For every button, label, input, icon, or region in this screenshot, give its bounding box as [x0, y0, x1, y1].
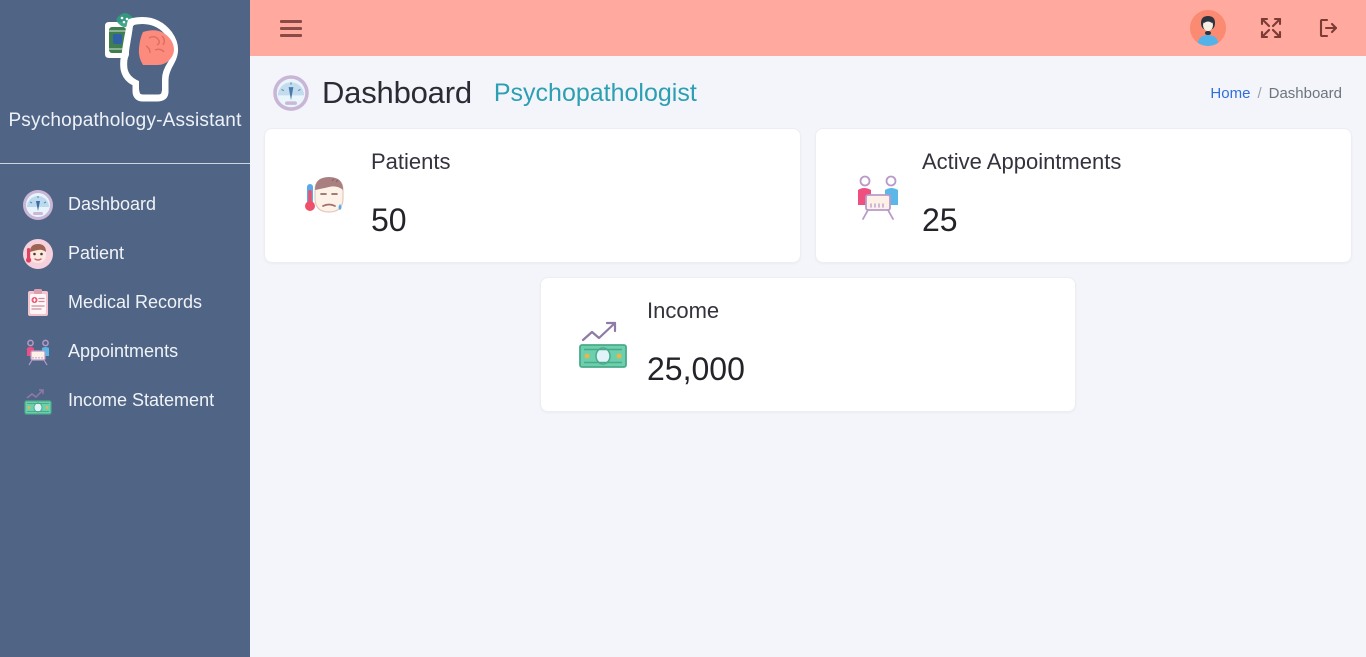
brand-header: Psychopathology-Assistant — [0, 0, 250, 164]
main-area: Dashboard Psychopathologist Home / Dashb… — [250, 0, 1366, 657]
page-title-group: Dashboard Psychopathologist — [264, 74, 697, 112]
breadcrumb: Home / Dashboard — [1210, 85, 1350, 102]
user-avatar-icon[interactable] — [1190, 10, 1226, 46]
sidebar-item-label: Medical Records — [68, 292, 203, 312]
clipboard-medical-icon — [22, 287, 54, 319]
sick-patient-thermometer-icon — [299, 168, 355, 224]
app-root: Psychopathology-Assistant Dashboard Pati… — [0, 0, 1366, 657]
stat-card-active-appointments[interactable]: Active Appointments 25 — [815, 128, 1352, 263]
sidebar-item-label: Dashboard — [68, 194, 157, 214]
sidebar-item-label: Appointments — [68, 341, 179, 361]
hamburger-bar — [280, 19, 302, 23]
patient-face-icon — [22, 238, 54, 270]
hamburger-bar — [280, 33, 302, 37]
banknote-chart-icon — [22, 385, 54, 417]
speedometer-gauge-icon — [272, 74, 310, 112]
sidebar-item-label: Patient — [68, 243, 125, 263]
stat-card-text: Active Appointments 25 — [922, 129, 1335, 262]
sidebar: Psychopathology-Assistant Dashboard Pati… — [0, 0, 250, 657]
stat-card-label: Active Appointments — [922, 149, 1122, 174]
brand-name: Psychopathology-Assistant — [8, 110, 242, 131]
brain-head-ai-icon — [59, 8, 191, 104]
stat-card-value: 50 — [371, 202, 407, 238]
stat-card-value: 25 — [922, 202, 958, 238]
breadcrumb-current: Dashboard — [1268, 84, 1342, 102]
page-content: Dashboard Psychopathologist Home / Dashb… — [250, 56, 1366, 657]
stat-card-label: Patients — [371, 149, 451, 174]
logout-icon[interactable] — [1316, 15, 1342, 41]
meeting-table-icon — [22, 336, 54, 368]
stat-cards-row-bottom: Income 25,000 — [264, 277, 1352, 412]
topbar-actions — [1190, 10, 1342, 46]
stat-card-text: Patients 50 — [371, 129, 784, 262]
sidebar-item-income-statement[interactable]: Income Statement — [0, 376, 250, 425]
stat-card-income[interactable]: Income 25,000 — [540, 277, 1076, 412]
stat-cards-row-top: Patients 50 Active Appointments 25 — [264, 128, 1352, 263]
hamburger-icon[interactable] — [280, 15, 306, 41]
sidebar-item-label: Income Statement — [68, 390, 215, 410]
hamburger-bar — [280, 26, 302, 30]
speedometer-gauge-icon — [22, 189, 54, 221]
page-title: Dashboard — [322, 75, 472, 110]
sidebar-item-medical-records[interactable]: Medical Records — [0, 278, 250, 327]
stat-card-value: 25,000 — [647, 351, 745, 387]
stat-card-label: Income — [647, 298, 720, 323]
stat-cards-area: Patients 50 Active Appointments 25 Incom… — [250, 128, 1366, 412]
sidebar-item-appointments[interactable]: Appointments — [0, 327, 250, 376]
page-header: Dashboard Psychopathologist Home / Dashb… — [250, 56, 1366, 128]
sidebar-nav: Dashboard Patient Medical Records Appoin… — [0, 164, 250, 425]
money-growth-icon — [575, 317, 631, 373]
two-people-table-icon — [850, 168, 906, 224]
sidebar-item-patient[interactable]: Patient — [0, 229, 250, 278]
stat-card-patients[interactable]: Patients 50 — [264, 128, 801, 263]
page-subtitle: Psychopathologist — [493, 78, 697, 107]
topbar — [250, 0, 1366, 56]
expand-arrows-icon[interactable] — [1258, 15, 1284, 41]
stat-card-text: Income 25,000 — [647, 278, 1059, 411]
breadcrumb-home-link[interactable]: Home — [1210, 85, 1250, 102]
breadcrumb-separator: / — [1257, 84, 1262, 102]
sidebar-item-dashboard[interactable]: Dashboard — [0, 180, 250, 229]
